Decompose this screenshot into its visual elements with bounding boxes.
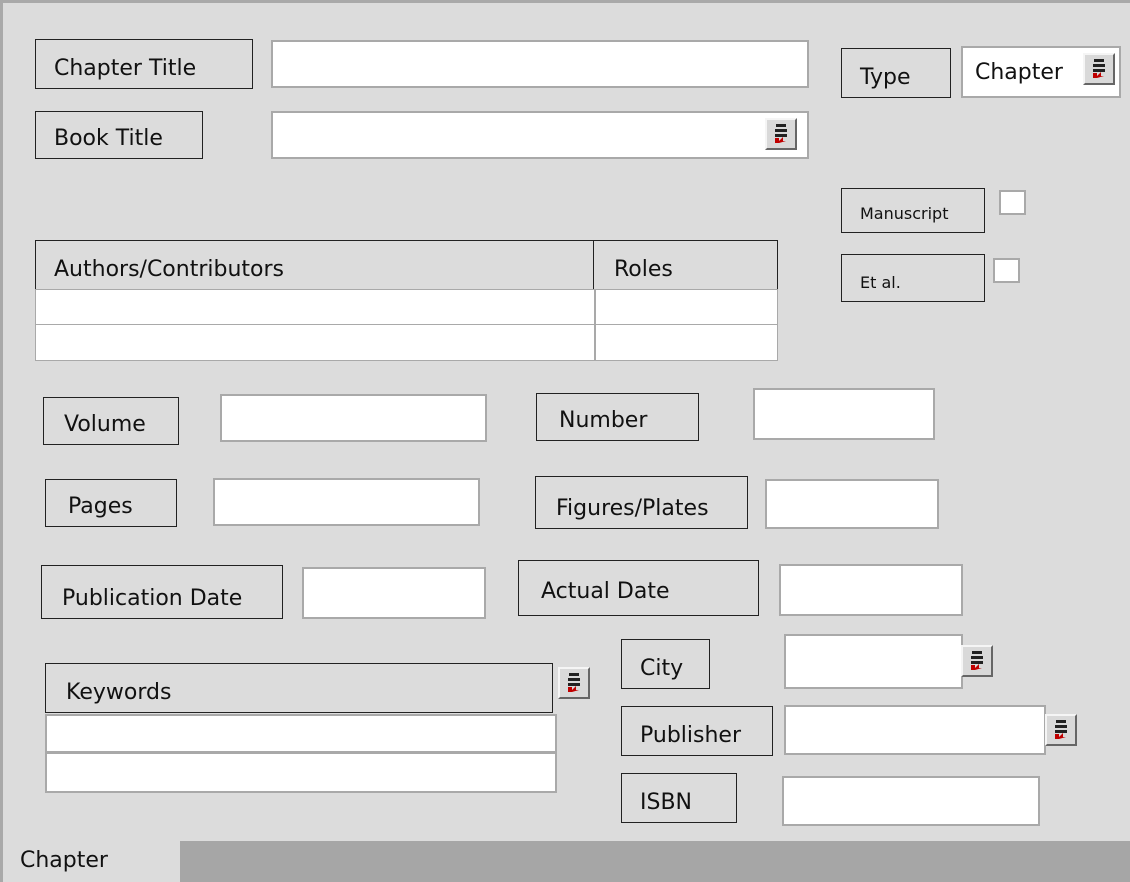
keywords-header: Keywords xyxy=(45,663,553,713)
keywords-picker-button[interactable] xyxy=(558,667,590,699)
book-title-field[interactable] xyxy=(271,111,809,159)
actual-date-label: Actual Date xyxy=(518,560,759,616)
number-field[interactable] xyxy=(753,388,935,440)
keyword-row-2[interactable] xyxy=(45,752,557,793)
type-picker-button[interactable] xyxy=(1083,53,1115,85)
volume-field[interactable] xyxy=(220,394,487,442)
city-label: City xyxy=(621,639,710,689)
roles-header: Roles xyxy=(593,240,778,290)
city-field[interactable] xyxy=(784,634,963,689)
pages-label: Pages xyxy=(45,479,177,527)
chapter-title-label: Chapter Title xyxy=(35,39,253,89)
isbn-field[interactable] xyxy=(782,776,1040,826)
actual-date-field[interactable] xyxy=(779,564,963,616)
list-picker-icon xyxy=(775,124,787,143)
et-al-label: Et al. xyxy=(841,254,985,302)
role-cell-1[interactable] xyxy=(595,289,778,325)
publisher-picker-button[interactable] xyxy=(1045,714,1077,746)
list-picker-icon xyxy=(1055,720,1067,739)
chapter-entry-form: Chapter Title Type Chapter Book Title Ma… xyxy=(0,0,1130,882)
keyword-row-1[interactable] xyxy=(45,714,557,753)
et-al-checkbox[interactable] xyxy=(993,258,1020,283)
manuscript-checkbox[interactable] xyxy=(999,190,1026,215)
authors-contributors-header: Authors/Contributors xyxy=(35,240,595,290)
book-title-picker-button[interactable] xyxy=(765,118,797,150)
tab-chapter[interactable]: Chapter xyxy=(20,848,108,873)
list-picker-icon xyxy=(1093,59,1105,78)
city-picker-button[interactable] xyxy=(961,645,993,677)
author-cell-1[interactable] xyxy=(35,289,595,325)
volume-label: Volume xyxy=(43,397,179,445)
publisher-field[interactable] xyxy=(784,705,1046,755)
publisher-label: Publisher xyxy=(621,706,773,756)
role-cell-2[interactable] xyxy=(595,324,778,361)
publication-date-label: Publication Date xyxy=(41,565,283,619)
pages-field[interactable] xyxy=(213,478,480,526)
book-title-label: Book Title xyxy=(35,111,203,159)
tab-bar xyxy=(180,841,1130,882)
number-label: Number xyxy=(536,393,699,441)
figures-plates-field[interactable] xyxy=(765,479,939,529)
chapter-title-field[interactable] xyxy=(271,40,809,88)
list-picker-icon xyxy=(568,673,580,692)
publication-date-field[interactable] xyxy=(302,567,486,619)
manuscript-label: Manuscript xyxy=(841,188,985,233)
list-picker-icon xyxy=(971,651,983,670)
type-label: Type xyxy=(841,48,951,98)
figures-plates-label: Figures/Plates xyxy=(535,476,748,529)
author-cell-2[interactable] xyxy=(35,324,595,361)
isbn-label: ISBN xyxy=(621,773,737,823)
